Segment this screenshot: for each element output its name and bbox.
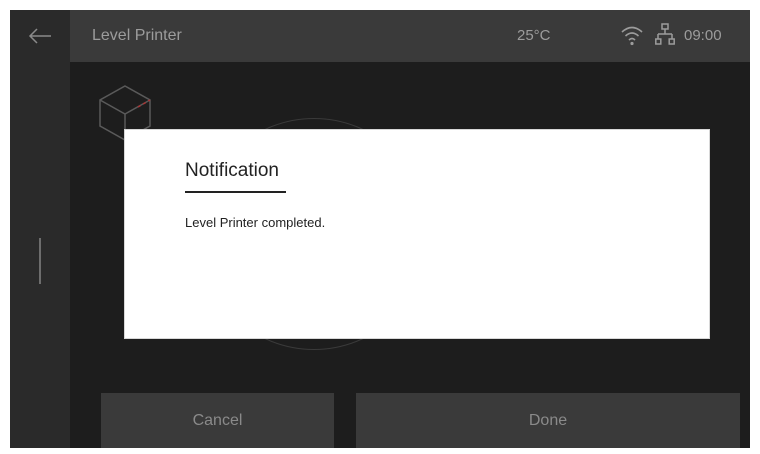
temperature-readout: 25°C — [517, 27, 551, 44]
notification-dialog: Notification Level Printer completed. — [125, 130, 709, 338]
title-underline — [185, 191, 286, 193]
done-button[interactable]: Done — [356, 393, 740, 448]
sidebar-divider — [39, 238, 41, 284]
dialog-message: Level Printer completed. — [185, 215, 326, 230]
cancel-button[interactable]: Cancel — [101, 393, 334, 448]
wifi-icon — [621, 26, 643, 46]
back-button[interactable] — [10, 10, 70, 62]
dialog-title: Notification — [185, 160, 279, 181]
back-arrow-icon — [28, 28, 51, 44]
sidebar — [10, 10, 70, 448]
top-bar: Level Printer 25°C 09:00 — [70, 10, 750, 62]
page-title: Level Printer — [92, 27, 182, 44]
network-icon — [655, 23, 675, 45]
clock: 09:00 — [684, 27, 722, 44]
